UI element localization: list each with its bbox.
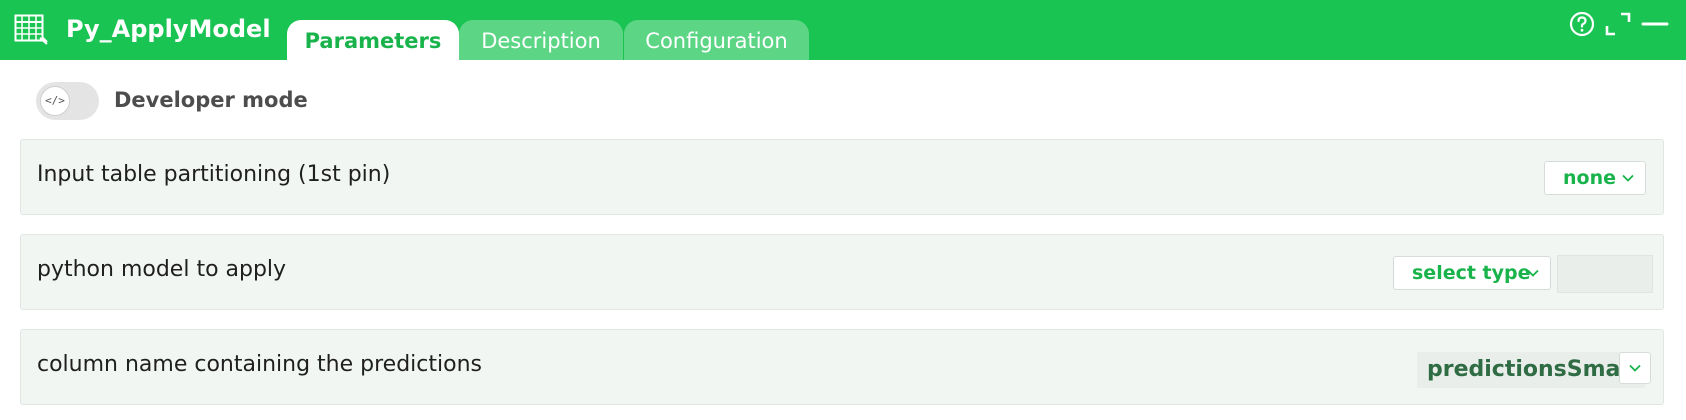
chevron-down-icon — [1622, 174, 1634, 182]
param-label: python model to apply — [37, 257, 287, 282]
minimize-icon[interactable] — [1639, 10, 1671, 42]
predictions-column-dropdown-button[interactable] — [1619, 352, 1651, 384]
param-label: column name containing the predictions — [37, 352, 482, 377]
developer-mode-toggle[interactable]: </> — [36, 82, 99, 120]
expand-icon[interactable] — [1603, 10, 1635, 42]
model-value-field[interactable] — [1557, 255, 1653, 293]
param-row-python-model: python model to apply select type — [20, 234, 1664, 310]
dropdown-value: none — [1563, 167, 1616, 189]
chevron-down-icon — [1629, 364, 1641, 372]
tab-description[interactable]: Description — [459, 20, 623, 60]
param-row-partitioning: Input table partitioning (1st pin) none — [20, 139, 1664, 215]
tab-configuration[interactable]: Configuration — [624, 20, 809, 60]
code-icon: </> — [40, 86, 70, 116]
help-icon[interactable] — [1566, 10, 1598, 42]
title-bar: Py_ApplyModel Parameters Description Con… — [0, 0, 1686, 60]
partitioning-dropdown[interactable]: none — [1544, 161, 1646, 195]
window-title: Py_ApplyModel — [66, 15, 271, 43]
tab-parameters[interactable]: Parameters — [287, 20, 459, 60]
table-icon — [14, 14, 48, 45]
param-row-predictions-column: column name containing the predictions p… — [20, 329, 1664, 405]
predictions-column-field[interactable]: predictionsSmall — [1417, 352, 1646, 388]
developer-mode-label: Developer mode — [114, 88, 308, 112]
chevron-down-icon — [1527, 269, 1539, 277]
param-label: Input table partitioning (1st pin) — [37, 162, 391, 187]
model-type-dropdown[interactable]: select type — [1393, 256, 1551, 290]
dropdown-value: select type — [1412, 262, 1531, 284]
